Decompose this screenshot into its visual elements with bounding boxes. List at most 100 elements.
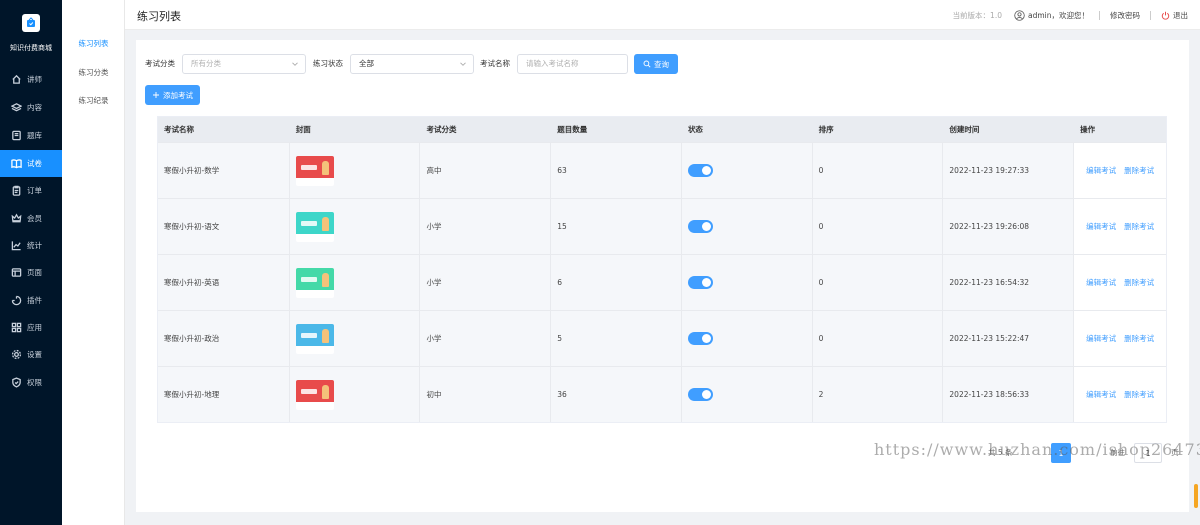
clipboard-icon <box>10 185 22 197</box>
subnav-item-practice-list[interactable]: 练习列表 <box>62 38 125 49</box>
sort-cell: 0 <box>813 311 944 366</box>
exam-name-input[interactable]: 请输入考试名称 <box>517 54 628 74</box>
search-button-label: 查询 <box>654 59 669 69</box>
table-row: 寒假小升初-语文 小学 15 0 2022-11-23 19:26:08 编辑考试 删除考试 <box>158 198 1166 254</box>
sidebar-item-question-bank[interactable]: 题库 <box>0 122 62 149</box>
table-row: 寒假小升初-政治 小学 5 0 2022-11-23 15:22:47 编辑考试 删除考试 <box>158 310 1166 366</box>
sort-cell: 0 <box>813 199 944 254</box>
exam-category: 小学 <box>426 278 442 287</box>
power-icon <box>1161 11 1170 20</box>
shield-icon <box>10 377 22 389</box>
actions-cell: 编辑考试 删除考试 <box>1074 311 1166 366</box>
sidebar-item-orders[interactable]: 订单 <box>0 177 62 204</box>
sidebar-item-member[interactable]: 会员 <box>0 205 62 232</box>
category-cell: 初中 <box>420 367 552 422</box>
status-cell <box>682 199 813 254</box>
sidebar-item-lecturer[interactable]: 讲师 <box>0 66 62 93</box>
status-toggle[interactable] <box>687 276 713 289</box>
category-select[interactable]: 所有分类 <box>182 54 306 74</box>
sort-cell: 2 <box>813 367 944 422</box>
delete-exam-link[interactable]: 删除考试 <box>1124 333 1154 344</box>
cover-cell <box>290 367 421 422</box>
question-count: 36 <box>557 390 567 399</box>
edit-exam-link[interactable]: 编辑考试 <box>1086 389 1116 400</box>
category-select-value: 所有分类 <box>191 59 221 68</box>
edit-exam-link[interactable]: 编辑考试 <box>1086 221 1116 232</box>
category-cell: 小学 <box>420 255 552 310</box>
sort-cell: 0 <box>813 255 944 310</box>
subnav-item-practice-record[interactable]: 练习纪录 <box>62 95 125 106</box>
sidebar-item-label: 订单 <box>27 186 42 195</box>
puzzle-icon <box>10 295 22 307</box>
status-cell <box>682 311 813 366</box>
sidebar-item-label: 试卷 <box>27 159 42 168</box>
created-cell: 2022-11-23 19:26:08 <box>943 199 1075 254</box>
delete-exam-link[interactable]: 删除考试 <box>1124 277 1154 288</box>
header-divider <box>1099 11 1100 20</box>
sidebar-item-exam[interactable]: 试卷 <box>0 150 62 177</box>
logout-label: 退出 <box>1173 11 1188 20</box>
table-row: 寒假小升初-地理 初中 36 2 2022-11-23 18:56:33 编辑考试 删除考试 <box>158 366 1166 422</box>
user-icon <box>1014 10 1025 21</box>
sidebar-item-label: 权限 <box>27 378 42 387</box>
table-row: 寒假小升初-数学 高中 63 0 2022-11-23 19:27:33 编辑考试 删除考试 <box>158 142 1166 198</box>
delete-exam-link[interactable]: 删除考试 <box>1124 165 1154 176</box>
logout-button[interactable]: 退出 <box>1161 10 1188 21</box>
edit-exam-link[interactable]: 编辑考试 <box>1086 165 1116 176</box>
sidebar-item-label: 页面 <box>27 268 42 277</box>
status-select[interactable]: 全部 <box>350 54 474 74</box>
exam-name: 寒假小升初-语文 <box>164 222 220 231</box>
sidebar-item-apps[interactable]: 应用 <box>0 314 62 341</box>
sidebar-item-permissions[interactable]: 权限 <box>0 369 62 396</box>
layers-icon <box>10 102 22 114</box>
delete-exam-link[interactable]: 删除考试 <box>1124 221 1154 232</box>
question-count: 6 <box>557 278 562 287</box>
column-header: 封面 <box>295 125 311 134</box>
add-exam-button-label: 添加考试 <box>163 90 193 100</box>
user-greeting: admin，欢迎您！ <box>1028 11 1089 20</box>
exam-category: 小学 <box>426 222 442 231</box>
edit-exam-link[interactable]: 编辑考试 <box>1086 277 1116 288</box>
delete-exam-link[interactable]: 删除考试 <box>1124 389 1154 400</box>
sort-cell: 0 <box>813 143 944 198</box>
column-header: 考试分类 <box>426 125 457 134</box>
column-header: 题目数量 <box>557 125 588 134</box>
exam-name: 寒假小升初-政治 <box>164 334 220 343</box>
chevron-down-icon <box>460 62 466 66</box>
exam-name: 寒假小升初-英语 <box>164 278 220 287</box>
count-cell: 6 <box>551 255 682 310</box>
book-icon <box>10 130 22 142</box>
sidebar-item-stats[interactable]: 统计 <box>0 232 62 259</box>
cover-image <box>295 155 334 186</box>
category-filter-label: 考试分类 <box>145 59 175 68</box>
status-toggle[interactable] <box>687 164 713 177</box>
exam-name-cell: 寒假小升初-英语 <box>158 255 290 310</box>
gear-icon <box>10 349 22 361</box>
crown-icon <box>10 213 22 225</box>
status-filter-label: 练习状态 <box>313 59 343 68</box>
created-cell: 2022-11-23 19:27:33 <box>943 143 1075 198</box>
search-button[interactable]: 查询 <box>634 54 678 74</box>
category-cell: 小学 <box>420 311 552 366</box>
exam-name-cell: 寒假小升初-地理 <box>158 367 290 422</box>
sidebar-item-settings[interactable]: 设置 <box>0 341 62 368</box>
cover-cell <box>290 311 421 366</box>
subnav-item-practice-category[interactable]: 练习分类 <box>62 67 125 78</box>
sidebar-item-pages[interactable]: 页面 <box>0 259 62 286</box>
open-book-icon <box>10 158 22 170</box>
scroll-indicator[interactable] <box>1194 484 1198 508</box>
status-toggle[interactable] <box>687 388 713 401</box>
status-cell <box>682 143 813 198</box>
column-header: 排序 <box>818 125 834 134</box>
sidebar-item-content[interactable]: 内容 <box>0 94 62 121</box>
header-divider <box>1150 11 1151 20</box>
status-toggle[interactable] <box>687 220 713 233</box>
sidebar-item-plugins[interactable]: 插件 <box>0 287 62 314</box>
change-password-link[interactable]: 修改密码 <box>1110 10 1140 21</box>
edit-exam-link[interactable]: 编辑考试 <box>1086 333 1116 344</box>
user-menu[interactable]: admin，欢迎您！ <box>1014 10 1089 21</box>
category-cell: 小学 <box>420 199 552 254</box>
cover-image <box>295 379 334 410</box>
add-exam-button[interactable]: 添加考试 <box>145 85 200 105</box>
status-toggle[interactable] <box>687 332 713 345</box>
